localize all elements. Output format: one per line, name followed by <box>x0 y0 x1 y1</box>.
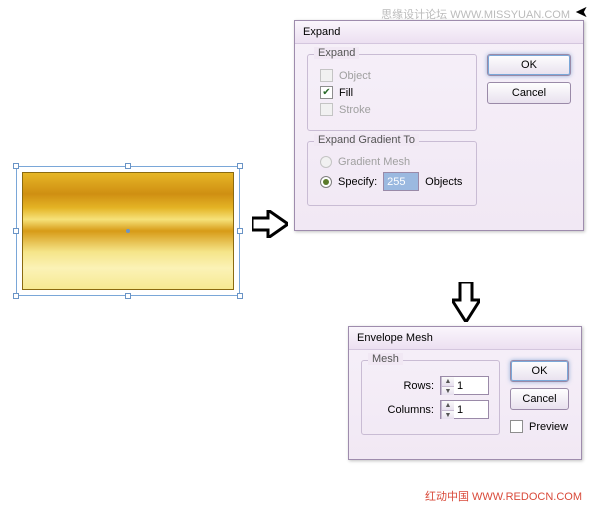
checkbox-fill[interactable]: ✔ <box>320 86 333 99</box>
dialog-expand-title[interactable]: Expand <box>295 21 583 44</box>
handle-bottom-mid[interactable] <box>125 293 131 299</box>
group-mesh: Mesh Rows: ▲▼ Columns: ▲▼ <box>361 360 500 435</box>
label-objects-suffix: Objects <box>425 176 462 188</box>
cursor-icon: ➤ <box>575 2 588 22</box>
watermark-bottom: 红动中国 WWW.REDOCN.COM <box>425 488 582 504</box>
dialog-envelope-mesh: Envelope Mesh Mesh Rows: ▲▼ Columns: ▲▼ <box>348 326 582 460</box>
mesh-ok-button[interactable]: OK <box>510 360 569 382</box>
checkbox-preview[interactable] <box>510 420 523 433</box>
radio-gradient-mesh <box>320 156 332 168</box>
specify-objects-input[interactable] <box>384 173 418 190</box>
label-specify: Specify: <box>338 176 377 188</box>
gradient-rectangle-selection[interactable] <box>16 166 240 296</box>
arrow-down-icon <box>452 282 480 322</box>
columns-down-icon[interactable]: ▼ <box>442 410 454 419</box>
handle-top-mid[interactable] <box>125 163 131 169</box>
label-fill: Fill <box>339 87 353 99</box>
checkbox-stroke <box>320 103 333 116</box>
center-point <box>126 229 130 233</box>
columns-stepper[interactable]: ▲▼ <box>440 400 489 419</box>
columns-up-icon[interactable]: ▲ <box>442 401 454 410</box>
radio-specify[interactable] <box>320 176 332 188</box>
checkbox-object <box>320 69 333 82</box>
cancel-button[interactable]: Cancel <box>487 82 571 104</box>
rows-input[interactable] <box>454 377 488 394</box>
dialog-expand: Expand Expand Object ✔ Fill Stroke Expa <box>294 20 584 231</box>
label-gradient-mesh: Gradient Mesh <box>338 156 410 168</box>
group-expand: Expand Object ✔ Fill Stroke <box>307 54 477 131</box>
group-mesh-legend: Mesh <box>368 353 403 365</box>
arrow-right-icon <box>252 210 288 238</box>
rows-up-icon[interactable]: ▲ <box>442 377 454 386</box>
group-expand-legend: Expand <box>314 47 359 59</box>
label-columns: Columns: <box>374 404 434 416</box>
mesh-cancel-button[interactable]: Cancel <box>510 388 569 410</box>
label-preview: Preview <box>529 421 568 433</box>
label-object: Object <box>339 70 371 82</box>
handle-bottom-left[interactable] <box>13 293 19 299</box>
dialog-mesh-title[interactable]: Envelope Mesh <box>349 327 581 350</box>
label-stroke: Stroke <box>339 104 371 116</box>
group-gradient-legend: Expand Gradient To <box>314 134 419 146</box>
handle-mid-left[interactable] <box>13 228 19 234</box>
rows-down-icon[interactable]: ▼ <box>442 386 454 395</box>
handle-bottom-right[interactable] <box>237 293 243 299</box>
label-rows: Rows: <box>374 380 434 392</box>
handle-mid-right[interactable] <box>237 228 243 234</box>
handle-top-right[interactable] <box>237 163 243 169</box>
ok-button[interactable]: OK <box>487 54 571 76</box>
columns-input[interactable] <box>454 401 488 418</box>
specify-objects-stepper[interactable] <box>383 172 419 191</box>
group-gradient-to: Expand Gradient To Gradient Mesh Specify… <box>307 141 477 206</box>
handle-top-left[interactable] <box>13 163 19 169</box>
rows-stepper[interactable]: ▲▼ <box>440 376 489 395</box>
